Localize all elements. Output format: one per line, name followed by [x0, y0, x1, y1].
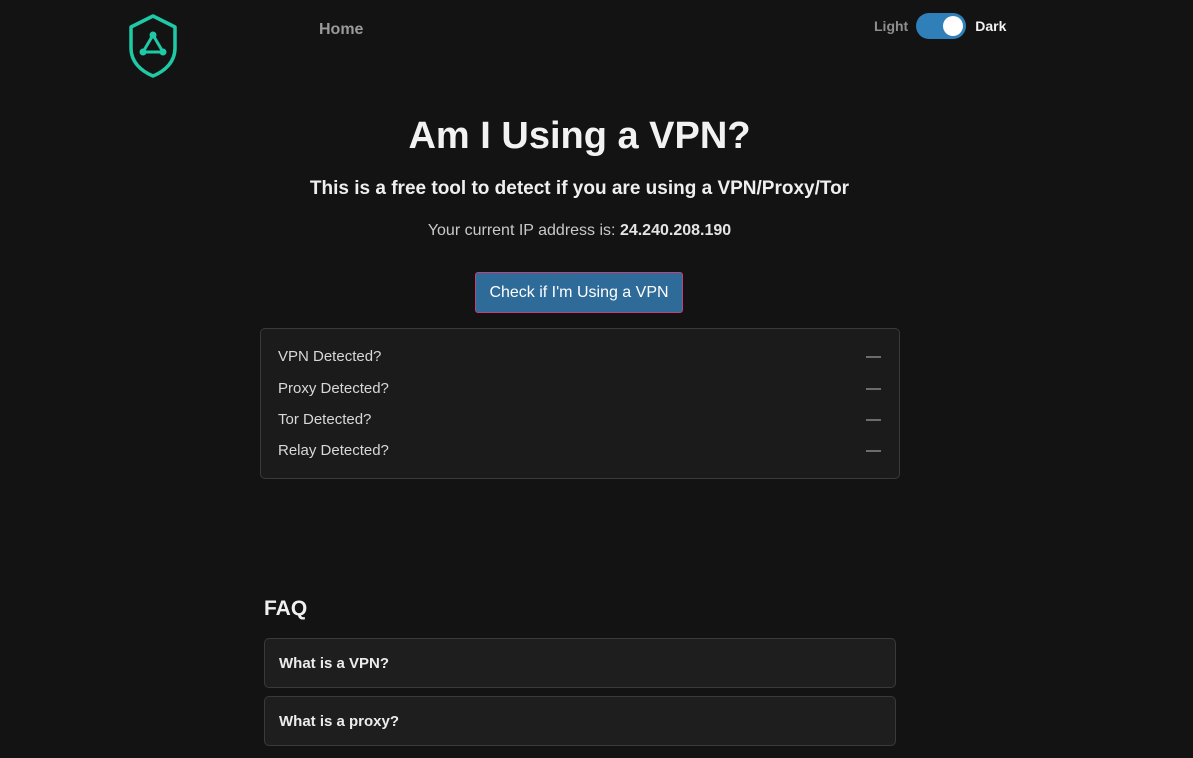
theme-toggle: Light Dark — [874, 12, 1006, 39]
result-label: Proxy Detected? — [278, 380, 389, 397]
theme-light-label: Light — [874, 17, 909, 34]
ip-address-line: Your current IP address is: 24.240.208.1… — [0, 222, 1159, 240]
theme-dark-label: Dark — [975, 17, 1007, 34]
result-value: — — [866, 348, 881, 365]
result-value: — — [866, 411, 881, 428]
shield-network-icon[interactable] — [126, 12, 180, 80]
page-title: Am I Using a VPN? — [408, 115, 751, 157]
result-label: Tor Detected? — [278, 411, 372, 428]
detection-results-card: VPN Detected? — Proxy Detected? — Tor De… — [260, 328, 900, 479]
switch-knob — [943, 15, 964, 36]
result-row-tor: Tor Detected? — — [278, 411, 881, 431]
faq-item-proxy[interactable]: What is a proxy? — [264, 696, 896, 746]
page-subtitle: This is a free tool to detect if you are… — [309, 178, 850, 199]
result-row-proxy: Proxy Detected? — — [278, 380, 881, 400]
faq-question: What is a proxy? — [279, 713, 400, 730]
page: Home Light Dark Am I Using a VPN? This i… — [0, 0, 1193, 758]
faq-heading: FAQ — [264, 597, 308, 620]
result-label: Relay Detected? — [278, 442, 389, 459]
result-value: — — [866, 380, 881, 397]
theme-switch[interactable] — [916, 12, 967, 39]
result-value: — — [866, 442, 881, 459]
check-vpn-button[interactable]: Check if I'm Using a VPN — [475, 272, 683, 313]
faq-question: What is a VPN? — [279, 655, 390, 672]
nav-home-link[interactable]: Home — [319, 21, 363, 39]
result-row-vpn: VPN Detected? — — [278, 348, 881, 368]
result-label: VPN Detected? — [278, 348, 382, 365]
result-row-relay: Relay Detected? — — [278, 442, 881, 462]
ip-prefix: Your current IP address is: — [427, 222, 620, 239]
ip-address-value: 24.240.208.190 — [619, 222, 732, 239]
faq-item-vpn[interactable]: What is a VPN? — [264, 638, 896, 688]
